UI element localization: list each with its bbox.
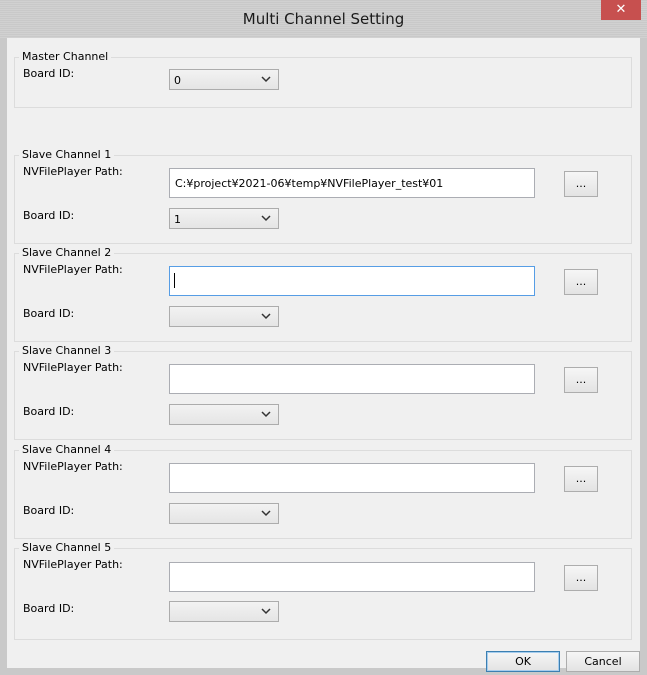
slave-channel-1-path-value: C:¥project¥2021-06¥temp¥NVFilePlayer_tes… [175, 177, 444, 190]
slave-channel-3-path-label: NVFilePlayer Path: [23, 361, 123, 374]
slave-channel-1-board-id-select[interactable]: 1 [169, 208, 279, 229]
slave-channel-1-group: Slave Channel 1 NVFilePlayer Path: C:¥pr… [14, 148, 632, 244]
slave-channel-1-path-input[interactable]: C:¥project¥2021-06¥temp¥NVFilePlayer_tes… [169, 168, 535, 198]
master-board-id-label: Board ID: [23, 67, 75, 80]
chevron-down-icon [261, 411, 271, 418]
master-channel-group: Master Channel Board ID: 0 [14, 50, 632, 108]
slave-channel-1-browse-button[interactable]: ... [564, 171, 598, 197]
slave-channel-1-board-id-label: Board ID: [23, 209, 75, 222]
slave-channel-5-board-id-select[interactable] [169, 601, 279, 622]
slave-channel-4-board-id-select[interactable] [169, 503, 279, 524]
slave-channel-2-group: Slave Channel 2 NVFilePlayer Path: ... B… [14, 246, 632, 342]
chevron-down-icon [261, 313, 271, 320]
chevron-down-icon [261, 76, 271, 83]
slave-channel-4-browse-button[interactable]: ... [564, 466, 598, 492]
text-caret [174, 273, 175, 288]
slave-channel-2-board-id-select[interactable] [169, 306, 279, 327]
master-channel-legend: Master Channel [19, 50, 112, 64]
master-board-id-value: 0 [174, 74, 181, 87]
slave-channel-2-path-label: NVFilePlayer Path: [23, 263, 123, 276]
slave-channel-3-group: Slave Channel 3 NVFilePlayer Path: ... B… [14, 344, 632, 440]
chevron-down-icon [261, 608, 271, 615]
master-board-id-select[interactable]: 0 [169, 69, 279, 90]
slave-channel-1-path-label: NVFilePlayer Path: [23, 165, 123, 178]
slave-channel-4-board-id-label: Board ID: [23, 504, 75, 517]
slave-channel-3-browse-button[interactable]: ... [564, 367, 598, 393]
slave-channel-5-path-input[interactable] [169, 562, 535, 592]
slave-channel-1-legend: Slave Channel 1 [19, 148, 115, 162]
slave-channel-4-group: Slave Channel 4 NVFilePlayer Path: ... B… [14, 443, 632, 539]
slave-channel-5-path-label: NVFilePlayer Path: [23, 558, 123, 571]
slave-channel-4-path-input[interactable] [169, 463, 535, 493]
window-title: Multi Channel Setting [242, 10, 405, 28]
slave-channel-3-board-id-label: Board ID: [23, 405, 75, 418]
ok-button[interactable]: OK [486, 651, 560, 672]
slave-channel-2-browse-button[interactable]: ... [564, 269, 598, 295]
title-bar[interactable]: Multi Channel Setting ✕ [0, 0, 647, 38]
close-icon: ✕ [615, 2, 627, 17]
slave-channel-3-path-input[interactable] [169, 364, 535, 394]
slave-channel-1-board-id-value: 1 [174, 213, 181, 226]
slave-channel-2-board-id-label: Board ID: [23, 307, 75, 320]
slave-channel-5-board-id-label: Board ID: [23, 602, 75, 615]
slave-channel-3-legend: Slave Channel 3 [19, 344, 115, 358]
slave-channel-5-group: Slave Channel 5 NVFilePlayer Path: ... B… [14, 541, 632, 640]
cancel-button[interactable]: Cancel [566, 651, 640, 672]
slave-channel-3-board-id-select[interactable] [169, 404, 279, 425]
slave-channel-5-legend: Slave Channel 5 [19, 541, 115, 555]
slave-channel-4-legend: Slave Channel 4 [19, 443, 115, 457]
chevron-down-icon [261, 215, 271, 222]
chevron-down-icon [261, 510, 271, 517]
slave-channel-5-browse-button[interactable]: ... [564, 565, 598, 591]
slave-channel-2-legend: Slave Channel 2 [19, 246, 115, 260]
slave-channel-4-path-label: NVFilePlayer Path: [23, 460, 123, 473]
close-button[interactable]: ✕ [601, 0, 641, 20]
slave-channel-2-path-input[interactable] [169, 266, 535, 296]
